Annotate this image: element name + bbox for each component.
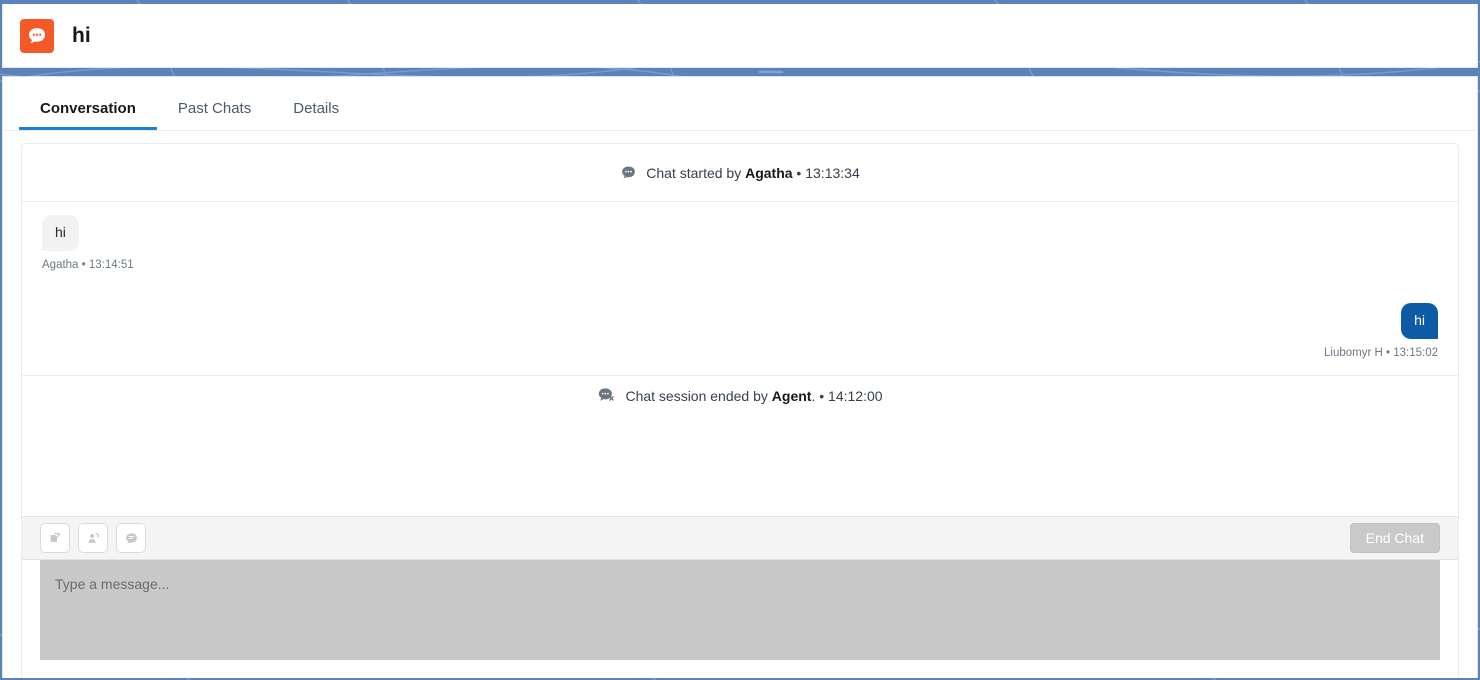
message-bubble: hi bbox=[42, 215, 79, 251]
message-bubble: hi bbox=[1401, 302, 1438, 339]
message-author: Agatha bbox=[42, 258, 79, 271]
tab-conversation[interactable]: Conversation bbox=[19, 101, 157, 130]
tab-past-chats[interactable]: Past Chats bbox=[157, 101, 272, 130]
chat-ended-actor: Agent bbox=[771, 388, 812, 404]
end-chat-button[interactable]: End Chat bbox=[1349, 523, 1440, 553]
conversation-wrap: Chat started by Agatha • 13:13:34 hi Aga… bbox=[3, 131, 1477, 678]
chat-bubble-icon bbox=[620, 164, 637, 181]
chat-started-prefix: Chat started by bbox=[646, 164, 746, 181]
chat-started-actor: Agatha bbox=[745, 164, 793, 181]
message-list: hi Agatha • 13:14:51 hi Liubomyr H • 13:… bbox=[22, 202, 1458, 376]
transfer-file-icon[interactable] bbox=[40, 523, 70, 553]
composer-bottom-pad bbox=[22, 660, 1458, 678]
chat-ended-time: 14:12:00 bbox=[828, 388, 883, 404]
main-panel: Conversation Past Chats Details Chat sta… bbox=[2, 76, 1478, 678]
message-time: 13:14:51 bbox=[88, 258, 134, 271]
composer-tool-group bbox=[40, 523, 146, 553]
chat-bubble-x-icon bbox=[597, 385, 616, 407]
conversation-card: Chat started by Agatha • 13:13:34 hi Aga… bbox=[21, 143, 1459, 678]
tab-strip: Conversation Past Chats Details bbox=[3, 77, 1477, 131]
tab-details[interactable]: Details bbox=[272, 101, 360, 130]
quick-text-icon[interactable] bbox=[116, 523, 146, 553]
chat-ended-separator: • bbox=[815, 388, 829, 404]
message-input-wrap bbox=[40, 560, 1440, 660]
chat-ended-text: Chat session ended by Agent. • 14:12:00 bbox=[625, 388, 882, 404]
message-meta: Liubomyr H • 13:15:02 bbox=[1324, 347, 1438, 359]
transfer-chat-icon[interactable] bbox=[78, 523, 108, 553]
message-meta: Agatha • 13:14:51 bbox=[42, 259, 134, 271]
chat-ended-event: Chat session ended by Agent. • 14:12:00 bbox=[22, 376, 1458, 416]
chat-ended-prefix: Chat session ended by bbox=[625, 388, 772, 404]
chat-started-event: Chat started by Agatha • 13:13:34 bbox=[22, 144, 1458, 202]
message-incoming: hi Agatha • 13:14:51 bbox=[42, 215, 1438, 271]
chat-started-time: 13:13:34 bbox=[805, 164, 860, 181]
conversation-spacer bbox=[22, 416, 1458, 516]
app-header: hi bbox=[2, 4, 1478, 68]
chat-started-text: Chat started by Agatha • 13:13:34 bbox=[646, 165, 859, 181]
message-separator: • bbox=[78, 258, 89, 271]
message-separator: • bbox=[1382, 346, 1394, 359]
chat-bubble-icon bbox=[20, 18, 54, 53]
chat-started-separator: • bbox=[792, 164, 806, 181]
message-outgoing: hi Liubomyr H • 13:15:02 bbox=[42, 302, 1438, 359]
message-time: 13:15:02 bbox=[1393, 346, 1438, 359]
page-title: hi bbox=[72, 23, 91, 47]
message-input[interactable] bbox=[40, 560, 1440, 660]
composer-toolbar: End Chat bbox=[22, 516, 1458, 560]
message-author: Liubomyr H bbox=[1324, 346, 1383, 359]
